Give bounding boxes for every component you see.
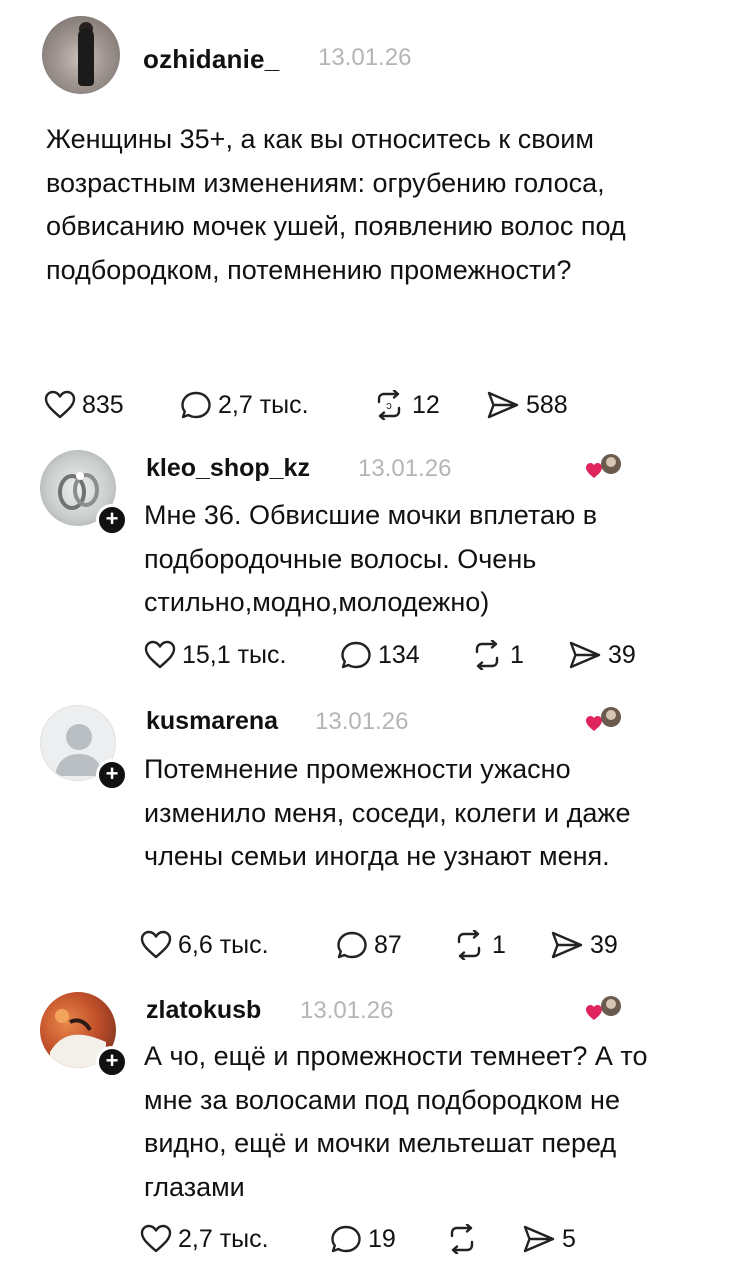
repost-arrows-icon xyxy=(450,1224,474,1254)
avatar[interactable]: + xyxy=(40,992,128,1078)
like-count: 6,6 тыс. xyxy=(178,930,269,959)
speech-bubble-icon xyxy=(181,391,211,419)
share-button[interactable]: 39 xyxy=(550,930,618,960)
comment-date: 13.01.26 xyxy=(315,708,409,735)
repost-arrows-icon: ↄ xyxy=(377,390,401,420)
share-button[interactable]: 39 xyxy=(568,640,636,670)
share-count: 588 xyxy=(526,390,568,419)
share-button[interactable]: 5 xyxy=(522,1224,576,1254)
comment-username[interactable]: kusmarena xyxy=(146,707,278,736)
share-button[interactable]: 588 xyxy=(486,390,568,420)
post-text: Женщины 35+, а как вы относитесь к своим… xyxy=(46,124,626,285)
avatar[interactable]: + xyxy=(40,705,128,791)
repost-count: 1 xyxy=(510,640,524,669)
send-plane-icon xyxy=(487,391,519,419)
avatar-figure-body xyxy=(78,28,94,86)
reply-button[interactable]: 19 xyxy=(330,1224,396,1254)
send-plane-icon xyxy=(551,931,583,959)
like-button[interactable]: 15,1 тыс. xyxy=(144,640,286,670)
reply-button[interactable]: 87 xyxy=(336,930,402,960)
comment-date: 13.01.26 xyxy=(358,455,452,482)
avatar[interactable]: + xyxy=(40,450,128,536)
share-count: 5 xyxy=(562,1224,576,1253)
comment-username[interactable]: kleo_shop_kz xyxy=(146,454,310,483)
like-count: 835 xyxy=(82,390,124,419)
comment-username[interactable]: zlatokusb xyxy=(146,996,261,1025)
repost-count: 12 xyxy=(412,390,440,419)
repost-arrows-icon xyxy=(475,640,499,670)
repost-arrows-icon xyxy=(457,930,481,960)
reply-count: 87 xyxy=(374,930,402,959)
avatar[interactable] xyxy=(42,16,120,94)
reply-count: 19 xyxy=(368,1224,396,1253)
speech-bubble-icon xyxy=(331,1225,361,1253)
like-count: 15,1 тыс. xyxy=(182,640,287,669)
follow-plus-icon[interactable]: + xyxy=(96,1046,128,1078)
repost-button[interactable]: 1 xyxy=(452,930,506,960)
svg-text:ↄ: ↄ xyxy=(386,400,392,412)
heart-outline-icon xyxy=(140,1224,172,1253)
like-button[interactable]: 6,6 тыс. xyxy=(140,930,269,960)
repost-count: 1 xyxy=(492,930,506,959)
heart-outline-icon xyxy=(140,930,172,959)
like-count: 2,7 тыс. xyxy=(178,1224,269,1253)
author-heart-avatar-icon xyxy=(586,707,621,731)
heart-outline-icon xyxy=(144,640,176,669)
reply-button[interactable]: 2,7 тыс. xyxy=(180,390,309,420)
post-date: 13.01.26 xyxy=(318,44,412,71)
speech-bubble-icon xyxy=(337,931,367,959)
author-heart-avatar-icon xyxy=(586,996,621,1020)
repost-button[interactable]: ↄ 12 xyxy=(372,390,440,420)
repost-button[interactable]: 1 xyxy=(470,640,524,670)
send-plane-icon xyxy=(523,1225,555,1253)
comment-text: А чо, ещё и промежности темнеет? А то мн… xyxy=(144,1041,648,1202)
comment-text: Потемнение промежности ужасно изменило м… xyxy=(144,754,631,871)
post-username[interactable]: ozhidanie_ xyxy=(143,44,279,75)
author-heart-avatar-icon xyxy=(586,454,621,478)
comment-text: Мне 36. Обвисшие мочки вплетаю в подборо… xyxy=(144,500,598,617)
share-count: 39 xyxy=(590,930,618,959)
repost-button[interactable] xyxy=(445,1224,485,1254)
reply-count: 2,7 тыс. xyxy=(218,390,309,419)
reply-count: 134 xyxy=(378,640,420,669)
follow-plus-icon[interactable]: + xyxy=(96,504,128,536)
speech-bubble-icon xyxy=(341,641,371,669)
like-button[interactable]: 835 xyxy=(44,390,124,420)
reply-button[interactable]: 134 xyxy=(340,640,420,670)
follow-plus-icon[interactable]: + xyxy=(96,759,128,791)
like-button[interactable]: 2,7 тыс. xyxy=(140,1224,269,1254)
send-plane-icon xyxy=(569,641,601,669)
heart-outline-icon xyxy=(44,390,76,419)
comment-date: 13.01.26 xyxy=(300,997,394,1024)
share-count: 39 xyxy=(608,640,636,669)
